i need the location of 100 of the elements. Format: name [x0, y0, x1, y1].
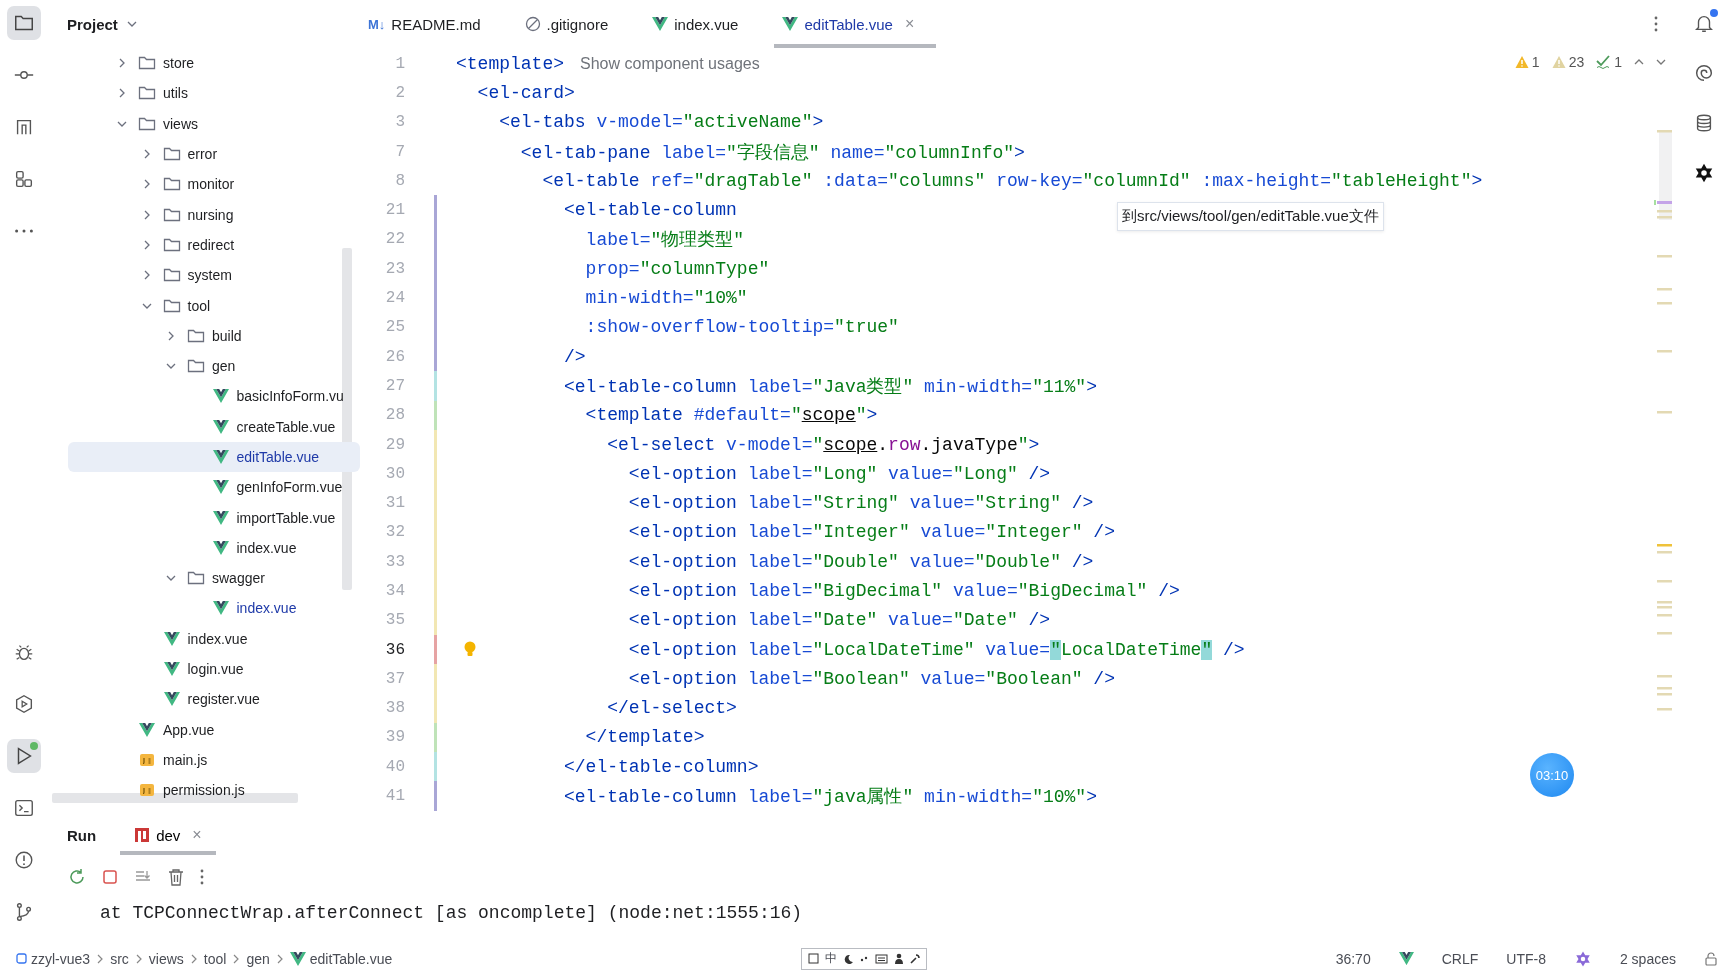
vue-icon [212, 601, 229, 616]
inspection-count[interactable]: 23 [1568, 54, 1585, 70]
line-number: 8 [394, 171, 405, 190]
file-item[interactable]: index.vue [68, 532, 360, 564]
breadcrumb[interactable]: src [110, 950, 129, 967]
moon-icon [842, 953, 853, 964]
code-line: <el-option label="LocalDateTime" value="LocalDateTime" /> [627, 639, 1245, 660]
editor-tab[interactable]: editTable.vue × [774, 0, 937, 48]
code-line: <el-option label="Boolean" value="Boolean" /> [627, 668, 1115, 689]
file-item[interactable]: createTable.vue [68, 411, 360, 442]
vue-icon [163, 692, 180, 707]
line-number: 37 [384, 669, 405, 688]
folder-item[interactable]: tool [68, 290, 360, 321]
vue-icon [163, 662, 180, 677]
chevron-icon [275, 953, 284, 964]
more-icon [1654, 16, 1658, 32]
panel-title[interactable]: Project [67, 15, 118, 33]
indent-setting[interactable]: 2 spaces [1619, 950, 1676, 967]
line-number: 41 [384, 787, 405, 806]
vue-icon [289, 951, 306, 966]
file-item[interactable]: permission.js [68, 775, 360, 806]
code-line: <el-table-column label="java属性" min-width="10%"> [563, 786, 1097, 809]
folder-item[interactable]: monitor [68, 169, 360, 200]
file-item[interactable]: genInfoForm.vue [68, 472, 360, 503]
folder-icon [138, 115, 156, 132]
line-number: 32 [384, 523, 405, 542]
code-line: label="物理类型" [584, 229, 745, 252]
code-line: <el-tab-pane label="字段信息" name="columnInfo"> [519, 141, 1025, 164]
inspection-count[interactable]: 1 [1531, 54, 1540, 70]
code-line: <el-tabs v-model="activeName"> [498, 112, 824, 133]
hexagram-icon [1693, 162, 1715, 184]
folder-item[interactable]: utils [68, 78, 360, 109]
folder-item[interactable]: build [68, 320, 360, 351]
folder-item[interactable]: store [68, 48, 360, 79]
stop-icon [102, 869, 118, 885]
breadcrumb[interactable]: editTable.vue [309, 950, 393, 967]
line-number: 2 [394, 83, 405, 102]
npm-icon [134, 827, 151, 843]
folder-item[interactable]: error [68, 138, 360, 170]
line-number: 30 [384, 464, 405, 483]
line-number: 38 [384, 699, 405, 718]
line-number: 34 [384, 582, 405, 600]
editor-tab[interactable]: M↓ README.md [360, 0, 503, 48]
line-number: 27 [384, 376, 405, 395]
folder-item[interactable]: nursing [68, 199, 360, 230]
run-tool-button[interactable] [7, 739, 41, 773]
editor-tab[interactable]: index.vue [644, 0, 761, 48]
file-encoding[interactable]: UTF-8 [1506, 950, 1546, 967]
folder-icon [162, 176, 181, 193]
code-line: <el-option label="Long" value="Long" /> [627, 463, 1051, 484]
line-number: 25 [384, 318, 405, 337]
cursor-position[interactable]: 36:70 [1335, 950, 1371, 967]
more-icon [200, 869, 204, 885]
vue-icon [212, 389, 229, 404]
bulb-icon [464, 640, 476, 658]
panel-title[interactable]: Run [67, 826, 97, 844]
vue-icon [163, 631, 180, 646]
code-line: <el-option label="Double" value="Double" /> [627, 551, 1094, 572]
code-line: <el-option label="Date" value="Date" /> [627, 610, 1051, 631]
line-number: 28 [384, 406, 405, 425]
file-item[interactable]: index.vue [68, 593, 360, 624]
line-number: 39 [384, 728, 405, 747]
file-item[interactable]: main.js [68, 744, 360, 776]
file-item[interactable]: login.vue [68, 653, 360, 685]
file-item[interactable]: importTable.vue [68, 502, 360, 533]
run-tab[interactable]: dev × [120, 815, 216, 855]
folder-item[interactable]: system [68, 260, 360, 291]
folder-item[interactable]: gen [68, 350, 360, 382]
ime-mode[interactable]: 中 [824, 950, 837, 967]
file-item[interactable]: App.vue [68, 714, 360, 745]
breadcrumb[interactable]: zzyl-vue3 [31, 950, 91, 967]
line-number: 24 [384, 289, 405, 307]
folder-item[interactable]: redirect [68, 229, 360, 261]
line-separator[interactable]: CRLF [1441, 950, 1479, 967]
inspection-count[interactable]: 1 [1614, 54, 1622, 70]
folder-item[interactable]: swagger [68, 563, 360, 594]
editor-tab[interactable]: .gitignore [516, 0, 631, 48]
folder-icon [162, 267, 181, 284]
line-number: 3 [394, 113, 405, 132]
code-line: <el-select v-model="scope.row.javaType"> [606, 434, 1040, 455]
file-item[interactable]: register.vue [68, 684, 360, 715]
keyboard-icon [874, 953, 888, 964]
line-number: 1 [394, 54, 405, 73]
breadcrumb[interactable]: tool [203, 950, 227, 967]
close-icon[interactable]: × [192, 826, 202, 844]
ignore-file-icon [524, 16, 541, 32]
folder-item[interactable]: views [68, 108, 360, 139]
file-item[interactable]: basicInfoForm.vu [68, 381, 360, 412]
file-item[interactable]: editTable.vue [68, 441, 360, 473]
vue-icon [652, 17, 669, 31]
chevron-icon [134, 953, 143, 964]
breadcrumb[interactable]: views [148, 950, 184, 967]
line-number: 35 [384, 611, 405, 630]
scrollbar[interactable] [342, 248, 352, 590]
file-item[interactable]: index.vue [68, 623, 360, 654]
warning-icon [1551, 55, 1566, 69]
folder-icon [138, 85, 156, 102]
folder-tool-button[interactable] [7, 6, 41, 40]
folder-icon [187, 327, 205, 344]
breadcrumb[interactable]: gen [246, 950, 270, 967]
